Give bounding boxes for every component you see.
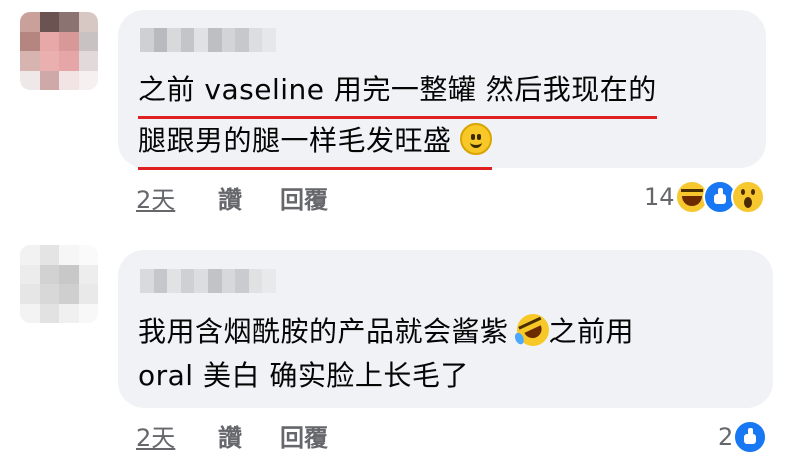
commenter-avatar-blurred[interactable] bbox=[20, 245, 98, 323]
comment-line: 我用含烟酰胺的产品就会酱紫 bbox=[138, 315, 509, 348]
like-button[interactable]: 讚 bbox=[218, 418, 280, 453]
comment-bubble: 之前 vaseline 用完一整罐 然后我现在的 腿跟男的腿一样毛发旺盛 bbox=[118, 10, 766, 170]
like-button[interactable]: 讚 bbox=[218, 180, 280, 215]
commenter-name-blurred[interactable] bbox=[140, 269, 276, 293]
reaction-count: 14 bbox=[644, 183, 675, 211]
comment-line: 腿跟男的腿一样毛发旺盛 bbox=[138, 124, 452, 157]
comment-actions: 2天 讚 回覆 bbox=[136, 180, 328, 215]
commenter-avatar-blurred[interactable] bbox=[20, 12, 98, 90]
reply-button[interactable]: 回覆 bbox=[280, 418, 328, 453]
comment-line: 之前用 bbox=[548, 315, 635, 348]
reaction-count: 2 bbox=[718, 423, 734, 451]
slightly-smiling-face-icon bbox=[459, 123, 492, 155]
like-icon bbox=[733, 420, 768, 454]
reaction-summary[interactable]: 14 bbox=[644, 180, 765, 214]
comment-bubble: 我用含烟酰胺的产品就会酱紫 之前用 oral 美白 确实脸上长毛了 bbox=[118, 250, 773, 408]
reply-button[interactable]: 回覆 bbox=[280, 180, 328, 215]
wow-icon bbox=[730, 180, 765, 214]
comment-actions: 2天 讚 回覆 bbox=[136, 418, 328, 453]
comment-timestamp-link[interactable]: 2天 bbox=[136, 418, 218, 453]
comment-text: 我用含烟酰胺的产品就会酱紫 之前用 oral 美白 确实脸上长毛了 bbox=[138, 308, 635, 398]
commenter-name-blurred[interactable] bbox=[140, 28, 276, 52]
comment-timestamp-link[interactable]: 2天 bbox=[136, 180, 218, 215]
comment-text: 之前 vaseline 用完一整罐 然后我现在的 腿跟男的腿一样毛发旺盛 bbox=[138, 68, 657, 170]
reaction-summary[interactable]: 2 bbox=[718, 420, 768, 454]
rolling-on-floor-laughing-icon bbox=[511, 308, 554, 352]
comment-line: 之前 vaseline 用完一整罐 然后我现在的 bbox=[138, 68, 657, 119]
comment-line: oral 美白 确实脸上长毛了 bbox=[138, 359, 469, 392]
